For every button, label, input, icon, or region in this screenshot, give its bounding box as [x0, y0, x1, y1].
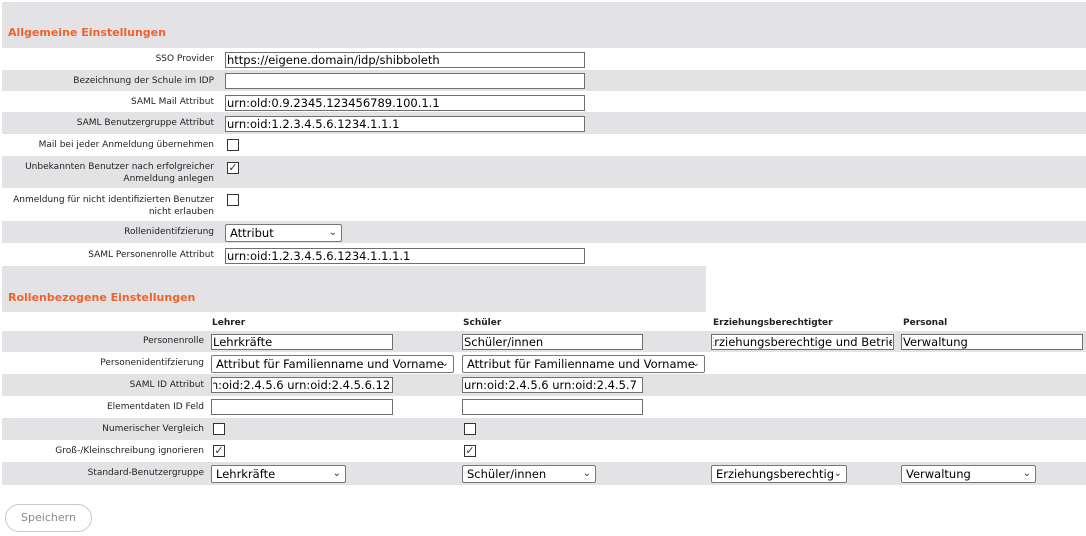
numeric-schueler-checkbox[interactable] — [464, 423, 476, 435]
col-head-schueler: Schüler — [463, 318, 502, 328]
chevron-down-icon: ⌄ — [332, 468, 341, 479]
chevron-down-icon: ⌄ — [328, 227, 337, 238]
sso-provider-label: SSO Provider — [155, 54, 214, 64]
case-schueler-checkbox[interactable]: ✓ — [464, 445, 476, 457]
person-ident-lehrer-select[interactable]: Attribut für Familienname und Vorname ⌄ — [211, 355, 454, 373]
mail-each-login-checkbox[interactable] — [227, 139, 239, 151]
mail-each-login-label: Mail bei jeder Anmeldung übernehmen — [38, 140, 214, 150]
row-saml-person-role: SAML Personenrolle Attribut — [2, 243, 1086, 265]
unknown-user-checkbox[interactable]: ✓ — [227, 162, 239, 174]
chevron-down-icon: ⌄ — [1022, 468, 1031, 479]
col-head-personal: Personal — [903, 318, 948, 328]
school-name-label: Bezeichnung der Schule im IDP — [73, 76, 214, 86]
sso-provider-input[interactable] — [225, 52, 585, 68]
role-settings-title: Rollenbezogene Einstellungen — [8, 291, 196, 304]
general-settings-title: Allgemeine Einstellungen — [8, 26, 166, 39]
person-role-schueler-input[interactable] — [462, 334, 643, 350]
deny-unidentified-label-line1: Anmeldung für nicht identifizierten Benu… — [13, 195, 214, 205]
case-label: Groß-/Kleinschreibung ignorieren — [55, 446, 204, 456]
person-role-lehrer-input[interactable] — [211, 334, 393, 350]
saml-mail-input[interactable] — [225, 95, 585, 111]
deny-unidentified-checkbox[interactable] — [227, 194, 239, 206]
row-default-group: Standard-Benutzergruppe Lehrkräfte ⌄ Schü… — [2, 462, 1086, 485]
saml-id-label: SAML ID Attribut — [129, 380, 204, 390]
element-id-label: Elementdaten ID Feld — [106, 402, 204, 412]
check-icon: ✓ — [214, 444, 224, 457]
default-group-label: Standard-Benutzergruppe — [87, 468, 204, 478]
row-role-ident: Rollenidentifzierung Attribut ⌄ — [2, 221, 1086, 243]
row-element-id: Elementdaten ID Feld — [2, 396, 1086, 418]
save-button[interactable]: Speichern — [5, 504, 92, 532]
chevron-down-icon: ⌄ — [440, 358, 449, 369]
check-icon: ✓ — [228, 161, 238, 174]
element-id-lehrer-input[interactable] — [211, 399, 393, 415]
unknown-user-label-line1: Unbekannten Benutzer nach erfolgreicher — [25, 162, 214, 172]
row-person-role: Personenrolle — [2, 331, 1086, 352]
default-group-personal-select[interactable]: Verwaltung ⌄ — [901, 465, 1036, 483]
row-person-ident: Personenidentifzierung Attribut für Fami… — [2, 352, 1086, 374]
row-unknown-user: Unbekannten Benutzer nach erfolgreicher … — [2, 156, 1086, 188]
unknown-user-label-line2: Anmeldung anlegen — [123, 174, 214, 184]
saml-id-schueler-input[interactable] — [462, 377, 643, 393]
saml-id-lehrer-input[interactable] — [211, 377, 393, 393]
row-deny-unidentified: Anmeldung für nicht identifizierten Benu… — [2, 188, 1086, 221]
role-ident-label: Rollenidentifzierung — [124, 227, 214, 237]
row-school-name: Bezeichnung der Schule im IDP — [2, 70, 1086, 91]
person-ident-schueler-select[interactable]: Attribut für Familienname und Vorname ⌄ — [462, 355, 705, 373]
row-mail-each-login: Mail bei jeder Anmeldung übernehmen — [2, 134, 1086, 156]
numeric-label: Numerischer Vergleich — [102, 424, 204, 434]
saml-person-role-input[interactable] — [225, 248, 585, 264]
deny-unidentified-label-line2: nicht erlauben — [148, 207, 214, 217]
chevron-down-icon: ⌄ — [691, 358, 700, 369]
col-head-lehrer: Lehrer — [212, 318, 246, 328]
role-ident-select[interactable]: Attribut ⌄ — [225, 224, 342, 242]
row-saml-group: SAML Benutzergruppe Attribut — [2, 112, 1086, 134]
check-icon: ✓ — [465, 444, 475, 457]
school-name-input[interactable] — [225, 73, 585, 89]
case-lehrer-checkbox[interactable]: ✓ — [213, 445, 225, 457]
saml-group-label: SAML Benutzergruppe Attribut — [76, 118, 214, 128]
row-sso-provider: SSO Provider — [2, 49, 1086, 70]
default-group-schueler-select[interactable]: Schüler/innen ⌄ — [462, 465, 596, 483]
row-numeric: Numerischer Vergleich — [2, 418, 1086, 440]
chevron-down-icon: ⌄ — [833, 468, 842, 479]
row-case-insensitive: Groß-/Kleinschreibung ignorieren ✓ ✓ — [2, 440, 1086, 462]
saml-mail-label: SAML Mail Attribut — [130, 97, 214, 107]
saml-person-role-label: SAML Personenrolle Attribut — [88, 250, 214, 260]
person-role-erziehung-input[interactable] — [711, 334, 894, 350]
default-group-erziehung-select[interactable]: Erziehungsberechtig ⌄ — [711, 465, 847, 483]
element-id-schueler-input[interactable] — [462, 399, 643, 415]
saml-group-input[interactable] — [225, 116, 585, 132]
person-role-label: Personenrolle — [142, 336, 204, 346]
row-saml-id: SAML ID Attribut — [2, 374, 1086, 396]
role-settings-header: Rollenbezogene Einstellungen — [2, 266, 706, 312]
chevron-down-icon: ⌄ — [582, 468, 591, 479]
row-saml-mail: SAML Mail Attribut — [2, 91, 1086, 112]
person-ident-label: Personenidentifzierung — [100, 358, 204, 368]
col-head-erziehungsberechtigter: Erziehungsberechtigter — [713, 318, 833, 328]
numeric-lehrer-checkbox[interactable] — [213, 423, 225, 435]
general-settings-header: Allgemeine Einstellungen — [2, 2, 1086, 48]
default-group-lehrer-select[interactable]: Lehrkräfte ⌄ — [211, 465, 346, 483]
person-role-personal-input[interactable] — [901, 334, 1083, 350]
